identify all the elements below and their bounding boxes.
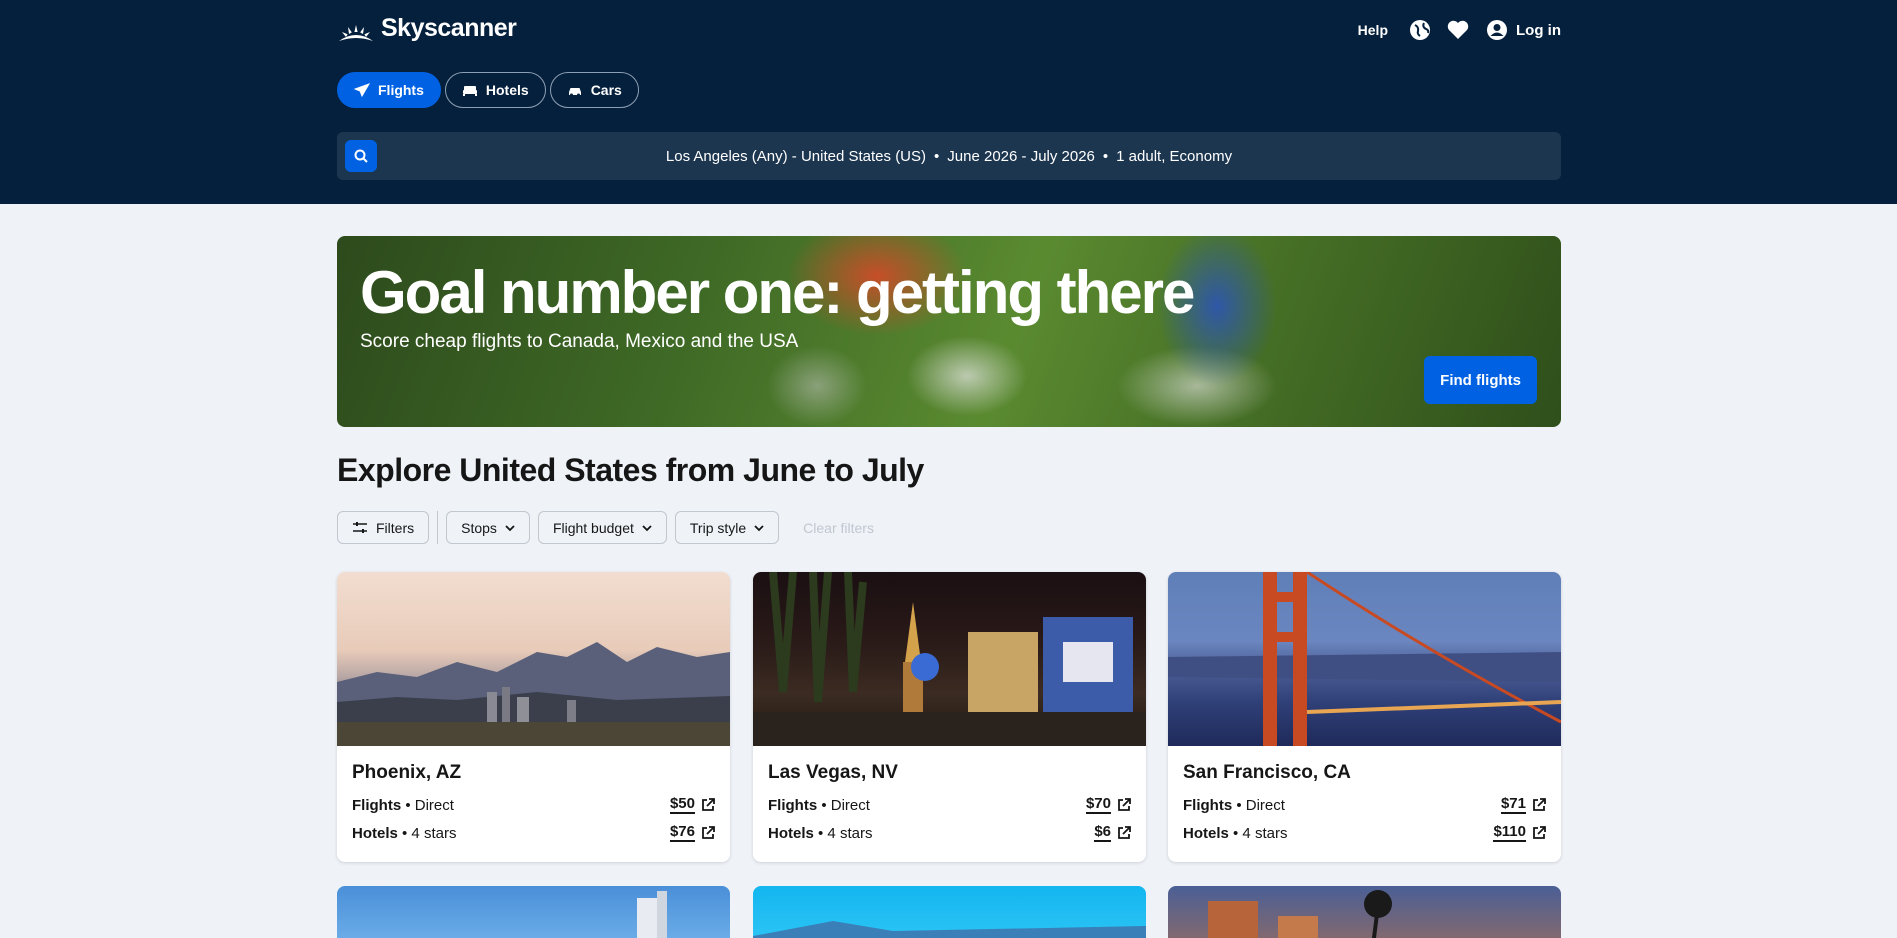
flights-label: Flights bbox=[768, 796, 818, 814]
chevron-down-icon bbox=[505, 524, 515, 531]
flight-price: $50 bbox=[669, 795, 695, 814]
site-header: Skyscanner Help Log in Flights Hotels Ca… bbox=[0, 0, 1897, 204]
sunrise-logo-icon bbox=[339, 24, 373, 41]
stops-dropdown[interactable]: Stops bbox=[446, 511, 530, 544]
external-link-icon bbox=[702, 826, 715, 839]
search-summary-text: Los Angeles (Any) - United States (US) • J… bbox=[337, 148, 1561, 165]
trip-style-dropdown[interactable]: Trip style bbox=[674, 511, 780, 544]
heart-icon[interactable] bbox=[1446, 18, 1470, 42]
external-link-icon bbox=[1533, 798, 1546, 811]
filters-label: Filters bbox=[376, 519, 415, 536]
destination-card[interactable]: Las Vegas, NV Flights • Direct $70 Hotel… bbox=[753, 572, 1146, 862]
tab-flights-label: Flights bbox=[378, 82, 424, 98]
search-dates: June 2026 - July 2026 bbox=[947, 147, 1095, 165]
destination-card-partial[interactable] bbox=[337, 886, 730, 938]
destination-title: Las Vegas, NV bbox=[768, 762, 898, 783]
hotels-row[interactable]: Hotels • 4 stars $76 bbox=[352, 824, 715, 842]
login-label: Log in bbox=[1516, 21, 1561, 39]
flights-row[interactable]: Flights • Direct $71 bbox=[1183, 796, 1546, 814]
flights-row[interactable]: Flights • Direct $70 bbox=[768, 796, 1131, 814]
destination-card[interactable]: San Francisco, CA Flights • Direct $71 H… bbox=[1168, 572, 1561, 862]
login-button[interactable]: Log in bbox=[1486, 19, 1561, 41]
external-link-icon bbox=[702, 798, 715, 811]
hotels-label: Hotels bbox=[768, 824, 814, 842]
separator: • bbox=[934, 147, 940, 165]
find-flights-button[interactable]: Find flights bbox=[1424, 356, 1537, 404]
hotels-row[interactable]: Hotels • 4 stars $110 bbox=[1183, 824, 1546, 842]
brand-name: Skyscanner bbox=[381, 14, 517, 42]
flight-price: $71 bbox=[1500, 795, 1526, 814]
flight-price-link[interactable]: $71 bbox=[1500, 795, 1546, 814]
trip-style-label: Trip style bbox=[689, 519, 747, 536]
search-route: Los Angeles (Any) - United States (US) bbox=[665, 147, 927, 165]
search-travellers: 1 adult, Economy bbox=[1116, 147, 1233, 165]
sliders-icon bbox=[353, 521, 367, 533]
flight-price-link[interactable]: $70 bbox=[1085, 795, 1131, 814]
hotels-detail: • 4 stars bbox=[1228, 824, 1288, 842]
flights-detail: • Direct bbox=[817, 796, 870, 814]
destination-card-partial[interactable] bbox=[753, 886, 1146, 938]
hotels-detail: • 4 stars bbox=[813, 824, 873, 842]
destination-title: Phoenix, AZ bbox=[352, 762, 462, 783]
search-button[interactable] bbox=[345, 140, 377, 172]
help-link[interactable]: Help bbox=[1358, 22, 1388, 38]
account-icon bbox=[1487, 20, 1507, 40]
hotels-label: Hotels bbox=[352, 824, 398, 842]
explore-heading: Explore United States from June to July bbox=[337, 452, 924, 488]
hotels-row[interactable]: Hotels • 4 stars $6 bbox=[768, 824, 1131, 842]
stops-label: Stops bbox=[461, 519, 497, 536]
flights-label: Flights bbox=[352, 796, 402, 814]
tab-flights[interactable]: Flights bbox=[337, 72, 441, 108]
bed-icon bbox=[462, 86, 477, 96]
tab-cars[interactable]: Cars bbox=[549, 72, 639, 108]
tab-hotels[interactable]: Hotels bbox=[444, 72, 546, 108]
chevron-down-icon bbox=[642, 524, 652, 531]
chevron-down-icon bbox=[754, 524, 764, 531]
hotels-detail: • 4 stars bbox=[397, 824, 457, 842]
separator: • bbox=[1102, 147, 1109, 165]
tab-hotels-label: Hotels bbox=[485, 82, 529, 98]
hotels-label: Hotels bbox=[1183, 824, 1229, 842]
product-tabs: Flights Hotels Cars bbox=[337, 72, 639, 108]
flight-price: $70 bbox=[1085, 795, 1111, 814]
promo-banner: Goal number one: getting there Score che… bbox=[337, 236, 1561, 427]
flights-detail: • Direct bbox=[1232, 796, 1285, 814]
filter-bar: Filters Stops Flight budget Trip style C… bbox=[337, 511, 874, 544]
external-link-icon bbox=[1118, 826, 1131, 839]
globe-icon[interactable] bbox=[1408, 18, 1432, 42]
top-nav: Help Log in bbox=[1358, 18, 1561, 42]
hotel-price: $76 bbox=[669, 823, 695, 842]
tab-cars-label: Cars bbox=[590, 82, 622, 98]
destination-card[interactable]: Phoenix, AZ Flights • Direct $50 Hotels … bbox=[337, 572, 730, 862]
search-summary-bar[interactable]: Los Angeles (Any) - United States (US) • J… bbox=[337, 132, 1561, 180]
external-link-icon bbox=[1118, 798, 1131, 811]
destination-photo bbox=[337, 572, 730, 746]
flights-detail: • Direct bbox=[401, 796, 454, 814]
flights-row[interactable]: Flights • Direct $50 bbox=[352, 796, 715, 814]
plane-icon bbox=[354, 83, 370, 98]
filter-divider bbox=[437, 511, 439, 544]
hotel-price-link[interactable]: $6 bbox=[1094, 824, 1131, 842]
hotel-price-link[interactable]: $110 bbox=[1493, 824, 1546, 842]
flight-price-link[interactable]: $50 bbox=[669, 795, 715, 814]
hotel-price: $110 bbox=[1493, 823, 1526, 842]
clear-filters-button[interactable]: Clear filters bbox=[787, 520, 874, 536]
flight-budget-dropdown[interactable]: Flight budget bbox=[537, 511, 667, 544]
hotel-price: $6 bbox=[1094, 823, 1111, 842]
flights-label: Flights bbox=[1183, 796, 1233, 814]
search-icon bbox=[354, 149, 368, 163]
banner-subtitle: Score cheap flights to Canada, Mexico an… bbox=[360, 331, 799, 352]
hotel-price-link[interactable]: $76 bbox=[669, 823, 715, 842]
filters-button[interactable]: Filters bbox=[337, 511, 430, 544]
flight-budget-label: Flight budget bbox=[552, 519, 634, 536]
car-icon bbox=[568, 88, 581, 97]
destination-photo bbox=[1168, 572, 1561, 746]
skyscanner-logo[interactable]: Skyscanner bbox=[337, 14, 517, 43]
banner-title: Goal number one: getting there bbox=[360, 259, 1195, 326]
destination-title: San Francisco, CA bbox=[1183, 762, 1351, 783]
destination-photo bbox=[753, 572, 1146, 746]
external-link-icon bbox=[1533, 826, 1546, 839]
destination-card-partial[interactable] bbox=[1168, 886, 1561, 938]
